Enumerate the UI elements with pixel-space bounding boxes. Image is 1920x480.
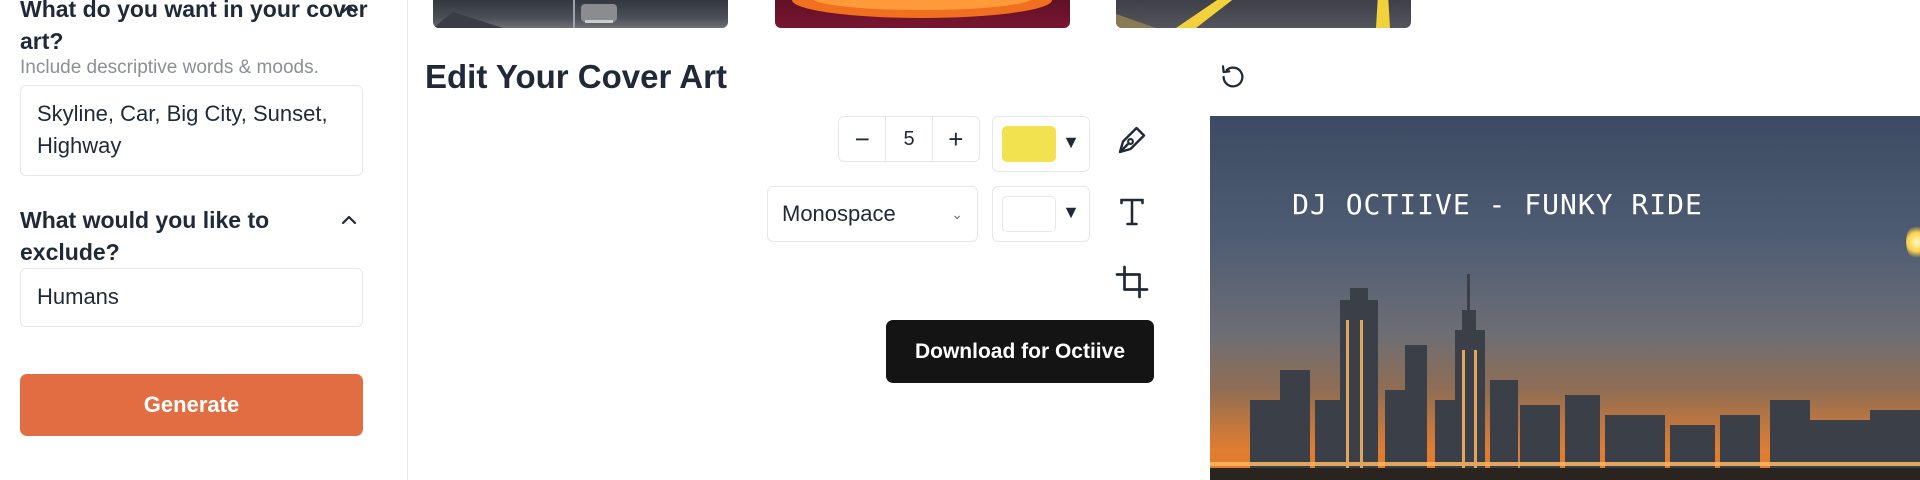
brush-color-swatch — [1002, 126, 1056, 162]
chevron-up-icon[interactable] — [337, 208, 361, 232]
font-family-value: Monospace — [782, 201, 896, 226]
chevron-down-icon: ⌄ — [951, 205, 963, 222]
cover-thumbnail-1[interactable] — [433, 0, 728, 28]
include-hint: Include descriptive words & moods. — [20, 57, 319, 78]
generate-button[interactable]: Generate — [20, 374, 363, 436]
reset-icon[interactable] — [1218, 62, 1248, 92]
road-image — [433, 0, 617, 28]
decrement-button[interactable]: − — [839, 117, 885, 161]
editor-title: Edit Your Cover Art — [425, 58, 727, 95]
brush-color-picker[interactable]: ▼ — [992, 116, 1090, 172]
font-family-select[interactable]: Monospace ⌄ — [767, 186, 978, 242]
cover-thumbnail-3[interactable] — [1116, 0, 1411, 28]
include-textarea[interactable]: Skyline, Car, Big City, Sunset, Highway — [20, 85, 363, 176]
sidebar: What do you want in your cover art? Incl… — [0, 0, 408, 480]
text-icon[interactable] — [1114, 194, 1150, 230]
cover-text[interactable]: DJ OCTIIVE - FUNKY RIDE — [1210, 188, 1785, 221]
text-color-swatch — [1002, 196, 1056, 232]
exclude-question-heading[interactable]: What would you like to exclude? — [20, 204, 370, 268]
cover-thumbnail-2[interactable] — [775, 0, 1070, 28]
include-question-heading[interactable]: What do you want in your cover art? — [20, 0, 370, 57]
increment-button[interactable]: + — [933, 117, 979, 161]
stroke-size-stepper: − 5 + — [838, 116, 980, 162]
text-color-picker[interactable]: ▼ — [992, 186, 1090, 242]
cover-art-canvas[interactable]: DJ OCTIIVE - FUNKY RIDE — [1210, 116, 1920, 480]
caret-down-icon: ▼ — [1062, 202, 1080, 222]
chevron-up-icon[interactable] — [337, 0, 361, 21]
city-skyline-image — [1210, 274, 1920, 480]
pen-icon[interactable] — [1114, 122, 1150, 158]
crop-icon[interactable] — [1114, 264, 1150, 300]
download-button[interactable]: Download for Octiive — [886, 320, 1154, 383]
car-image — [792, 0, 1052, 18]
highway-image — [1116, 0, 1390, 28]
exclude-textarea[interactable]: Humans — [20, 268, 363, 327]
stroke-size-value[interactable]: 5 — [885, 117, 933, 161]
caret-down-icon: ▼ — [1062, 132, 1080, 152]
